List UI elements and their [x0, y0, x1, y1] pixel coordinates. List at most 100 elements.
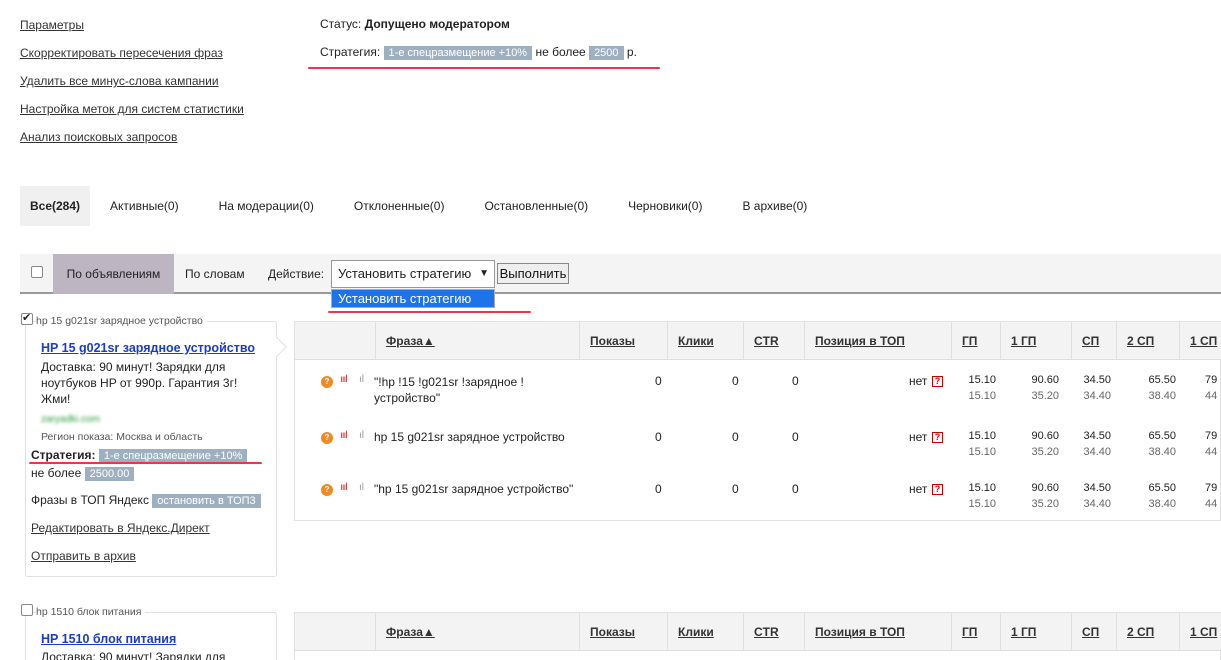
by-words-button[interactable]: По словам — [185, 254, 245, 294]
col-1sp[interactable]: 1 СП — [1179, 613, 1221, 651]
status-line: Статус: Допущено модератором — [320, 17, 510, 31]
position-value: нет — [909, 374, 928, 388]
strategy-amount-badge: 2500 — [589, 46, 624, 60]
col-position[interactable]: Позиция в ТОП — [804, 322, 951, 360]
question-icon[interactable]: ? — [932, 484, 943, 495]
tab-stopped[interactable]: Остановленные(0) — [464, 186, 608, 226]
sp-value: 34.50 — [1083, 482, 1111, 494]
table-header-2: Фраза▲ Показы Клики CTR Позиция в ТОП ГП… — [295, 613, 1221, 651]
ad-title-link-2[interactable]: HP 1510 блок питания — [41, 632, 176, 646]
gp-value: 15.10 — [968, 482, 996, 494]
bars-red-icon[interactable]: ıııl — [340, 374, 348, 385]
col-2sp[interactable]: 2 СП — [1116, 613, 1179, 651]
col-phrase[interactable]: Фраза▲ — [375, 613, 577, 651]
col-sp[interactable]: СП — [1071, 322, 1116, 360]
edit-in-direct-link[interactable]: Редактировать в Яндекс.Директ — [31, 521, 210, 535]
search-queries-link[interactable]: Анализ поисковых запросов — [20, 130, 177, 144]
strategy-currency: р. — [626, 45, 637, 59]
bars-gray-icon[interactable]: ıl — [359, 482, 364, 493]
tab-all[interactable]: Все(284) — [20, 186, 91, 226]
col-ctr[interactable]: CTR — [743, 613, 804, 651]
info-circle-icon[interactable]: ? — [321, 376, 333, 388]
clicks-value: 0 — [732, 374, 739, 388]
execute-button[interactable]: Выполнить — [497, 263, 569, 284]
gp1-value-2: 35.20 — [1031, 498, 1059, 510]
correct-intersections-link[interactable]: Скорректировать пересечения фраз — [20, 46, 223, 60]
gp-value-2: 15.10 — [968, 390, 996, 402]
gp-value: 15.10 — [968, 430, 996, 442]
sp2-value: 65.50 — [1148, 430, 1176, 442]
col-gp[interactable]: ГП — [951, 613, 1000, 651]
ad-group-checkbox[interactable] — [21, 311, 33, 325]
dropdown-option-set-strategy[interactable]: Установить стратегию — [331, 289, 495, 308]
action-toolbar: По объявлениям По словам Действие: Устан… — [20, 254, 1221, 294]
table-header: Фраза▲ Показы Клики CTR Позиция в ТОП ГП… — [295, 322, 1221, 360]
sp1-value: 79 — [1205, 482, 1218, 494]
ad-limit-badge: 2500.00 — [84, 467, 135, 481]
ad-text-2: Доставка: 90 минут! Зарядки для — [41, 650, 226, 660]
col-ctr[interactable]: CTR — [743, 322, 804, 360]
tab-rejected[interactable]: Отклоненные(0) — [334, 186, 465, 226]
sp1-value: 79 — [1205, 430, 1218, 442]
bars-gray-icon[interactable]: ıl — [359, 374, 364, 385]
action-label: Действие: — [268, 267, 325, 281]
clicks-value: 0 — [732, 482, 739, 496]
gp-value: 15.10 — [968, 374, 996, 386]
phrases-table: Фраза▲ Показы Клики CTR Позиция в ТОП ГП… — [294, 321, 1221, 521]
tab-active[interactable]: Активные(0) — [90, 186, 199, 226]
col-clicks[interactable]: Клики — [667, 322, 743, 360]
question-icon[interactable]: ? — [932, 432, 943, 443]
action-select[interactable]: Установить стратегию ▼ — [331, 260, 495, 288]
question-icon[interactable]: ? — [932, 376, 943, 387]
send-to-archive-link[interactable]: Отправить в архив — [31, 549, 136, 563]
ad-text: Доставка: 90 минут! Зарядки для ноутбуко… — [41, 360, 238, 406]
bars-red-icon[interactable]: ıııl — [340, 430, 348, 441]
sp2-value-2: 38.40 — [1148, 446, 1176, 458]
col-position[interactable]: Позиция в ТОП — [804, 613, 951, 651]
tab-drafts[interactable]: Черновики(0) — [608, 186, 722, 226]
col-1gp[interactable]: 1 ГП — [1000, 613, 1071, 651]
col-shows[interactable]: Показы — [579, 613, 667, 651]
delete-minus-words-link[interactable]: Удалить все минус-слова кампании — [20, 74, 219, 88]
ctr-value: 0 — [792, 482, 799, 496]
col-shows[interactable]: Показы — [579, 322, 667, 360]
ad-limit-line: не более 2500.00 — [31, 466, 135, 481]
col-sp[interactable]: СП — [1071, 613, 1116, 651]
col-phrase[interactable]: Фраза▲ — [375, 322, 577, 360]
strategy-badge: 1-е спецразмещение +10% — [383, 46, 533, 60]
shows-value: 0 — [655, 482, 662, 496]
params-link[interactable]: Параметры — [20, 18, 84, 32]
col-1sp[interactable]: 1 СП — [1179, 322, 1221, 360]
strategy-underline — [308, 67, 660, 69]
sp1-value-2: 44 — [1205, 498, 1218, 510]
strategy-line: Стратегия: 1-е спецразмещение +10% не бо… — [320, 45, 637, 60]
status-tabs: Все(284) Активные(0) На модерации(0) Отк… — [20, 186, 827, 226]
sp1-value: 79 — [1205, 374, 1218, 386]
by-ads-button[interactable]: По объявлениям — [53, 254, 174, 294]
gp1-value-2: 35.20 — [1031, 390, 1059, 402]
ad-strategy-label: Стратегия: — [31, 448, 96, 462]
col-clicks[interactable]: Клики — [667, 613, 743, 651]
info-circle-icon[interactable]: ? — [321, 484, 333, 496]
phrase-text: "hp 15 g021sr зарядное устройство" — [374, 482, 574, 496]
ad-group-checkbox-2[interactable] — [21, 604, 33, 616]
bars-gray-icon[interactable]: ıl — [359, 430, 364, 441]
tab-archive[interactable]: В архиве(0) — [722, 186, 827, 226]
status-label: Статус: — [320, 17, 362, 31]
bars-red-icon[interactable]: ıııl — [340, 482, 348, 493]
sp-value: 34.50 — [1083, 430, 1111, 442]
ad-title-link[interactable]: HP 15 g021sr зарядное устройство — [41, 341, 255, 355]
sp-value-2: 34.40 — [1083, 390, 1111, 402]
col-gp[interactable]: ГП — [951, 322, 1000, 360]
col-1gp[interactable]: 1 ГП — [1000, 322, 1071, 360]
info-circle-icon[interactable]: ? — [321, 432, 333, 444]
ad-top-badge[interactable]: остановить в ТОП3 — [152, 494, 261, 508]
sp1-value-2: 44 — [1205, 446, 1218, 458]
ctr-value: 0 — [792, 430, 799, 444]
tracking-tags-link[interactable]: Настройка меток для систем статистики — [20, 102, 244, 116]
select-all-checkbox[interactable] — [31, 266, 43, 278]
tab-moderation[interactable]: На модерации(0) — [199, 186, 334, 226]
col-2sp[interactable]: 2 СП — [1116, 322, 1179, 360]
gp1-value-2: 35.20 — [1031, 446, 1059, 458]
ad-top-label: Фразы в ТОП Яндекс — [31, 493, 149, 507]
